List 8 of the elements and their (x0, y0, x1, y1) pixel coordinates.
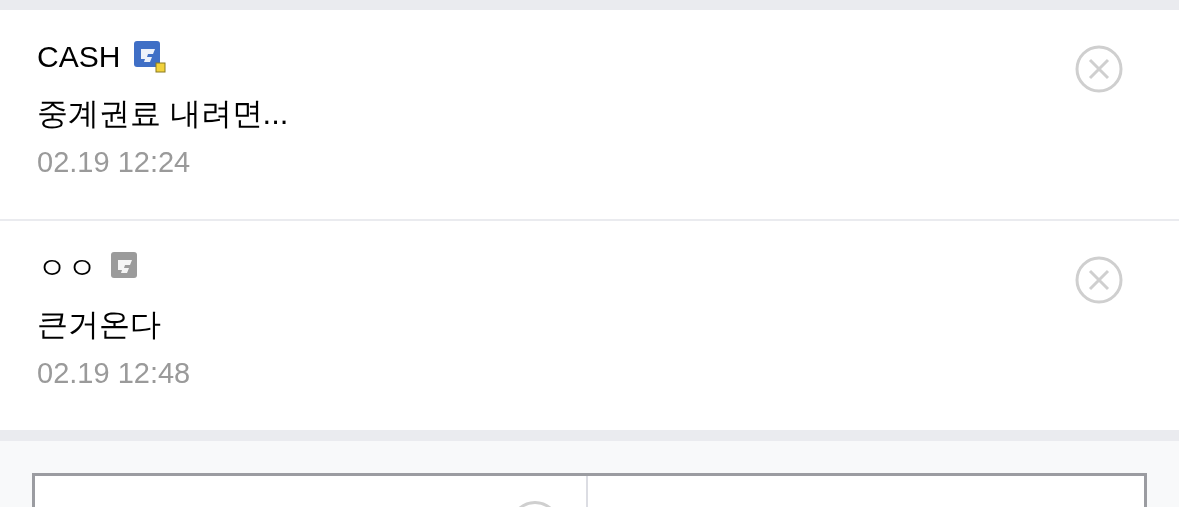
comment-time: 02.19 12:48 (37, 356, 192, 391)
comment-text: 큰거온다 (37, 306, 162, 344)
close-icon[interactable] (1075, 45, 1123, 93)
author-name: CASH (37, 38, 121, 75)
close-icon[interactable] (1075, 256, 1123, 304)
comment-time: 02.19 12:24 (37, 145, 192, 180)
comment-text: 중계권료 내려면... (37, 95, 290, 133)
author-name: ㅇㅇ (37, 249, 97, 286)
